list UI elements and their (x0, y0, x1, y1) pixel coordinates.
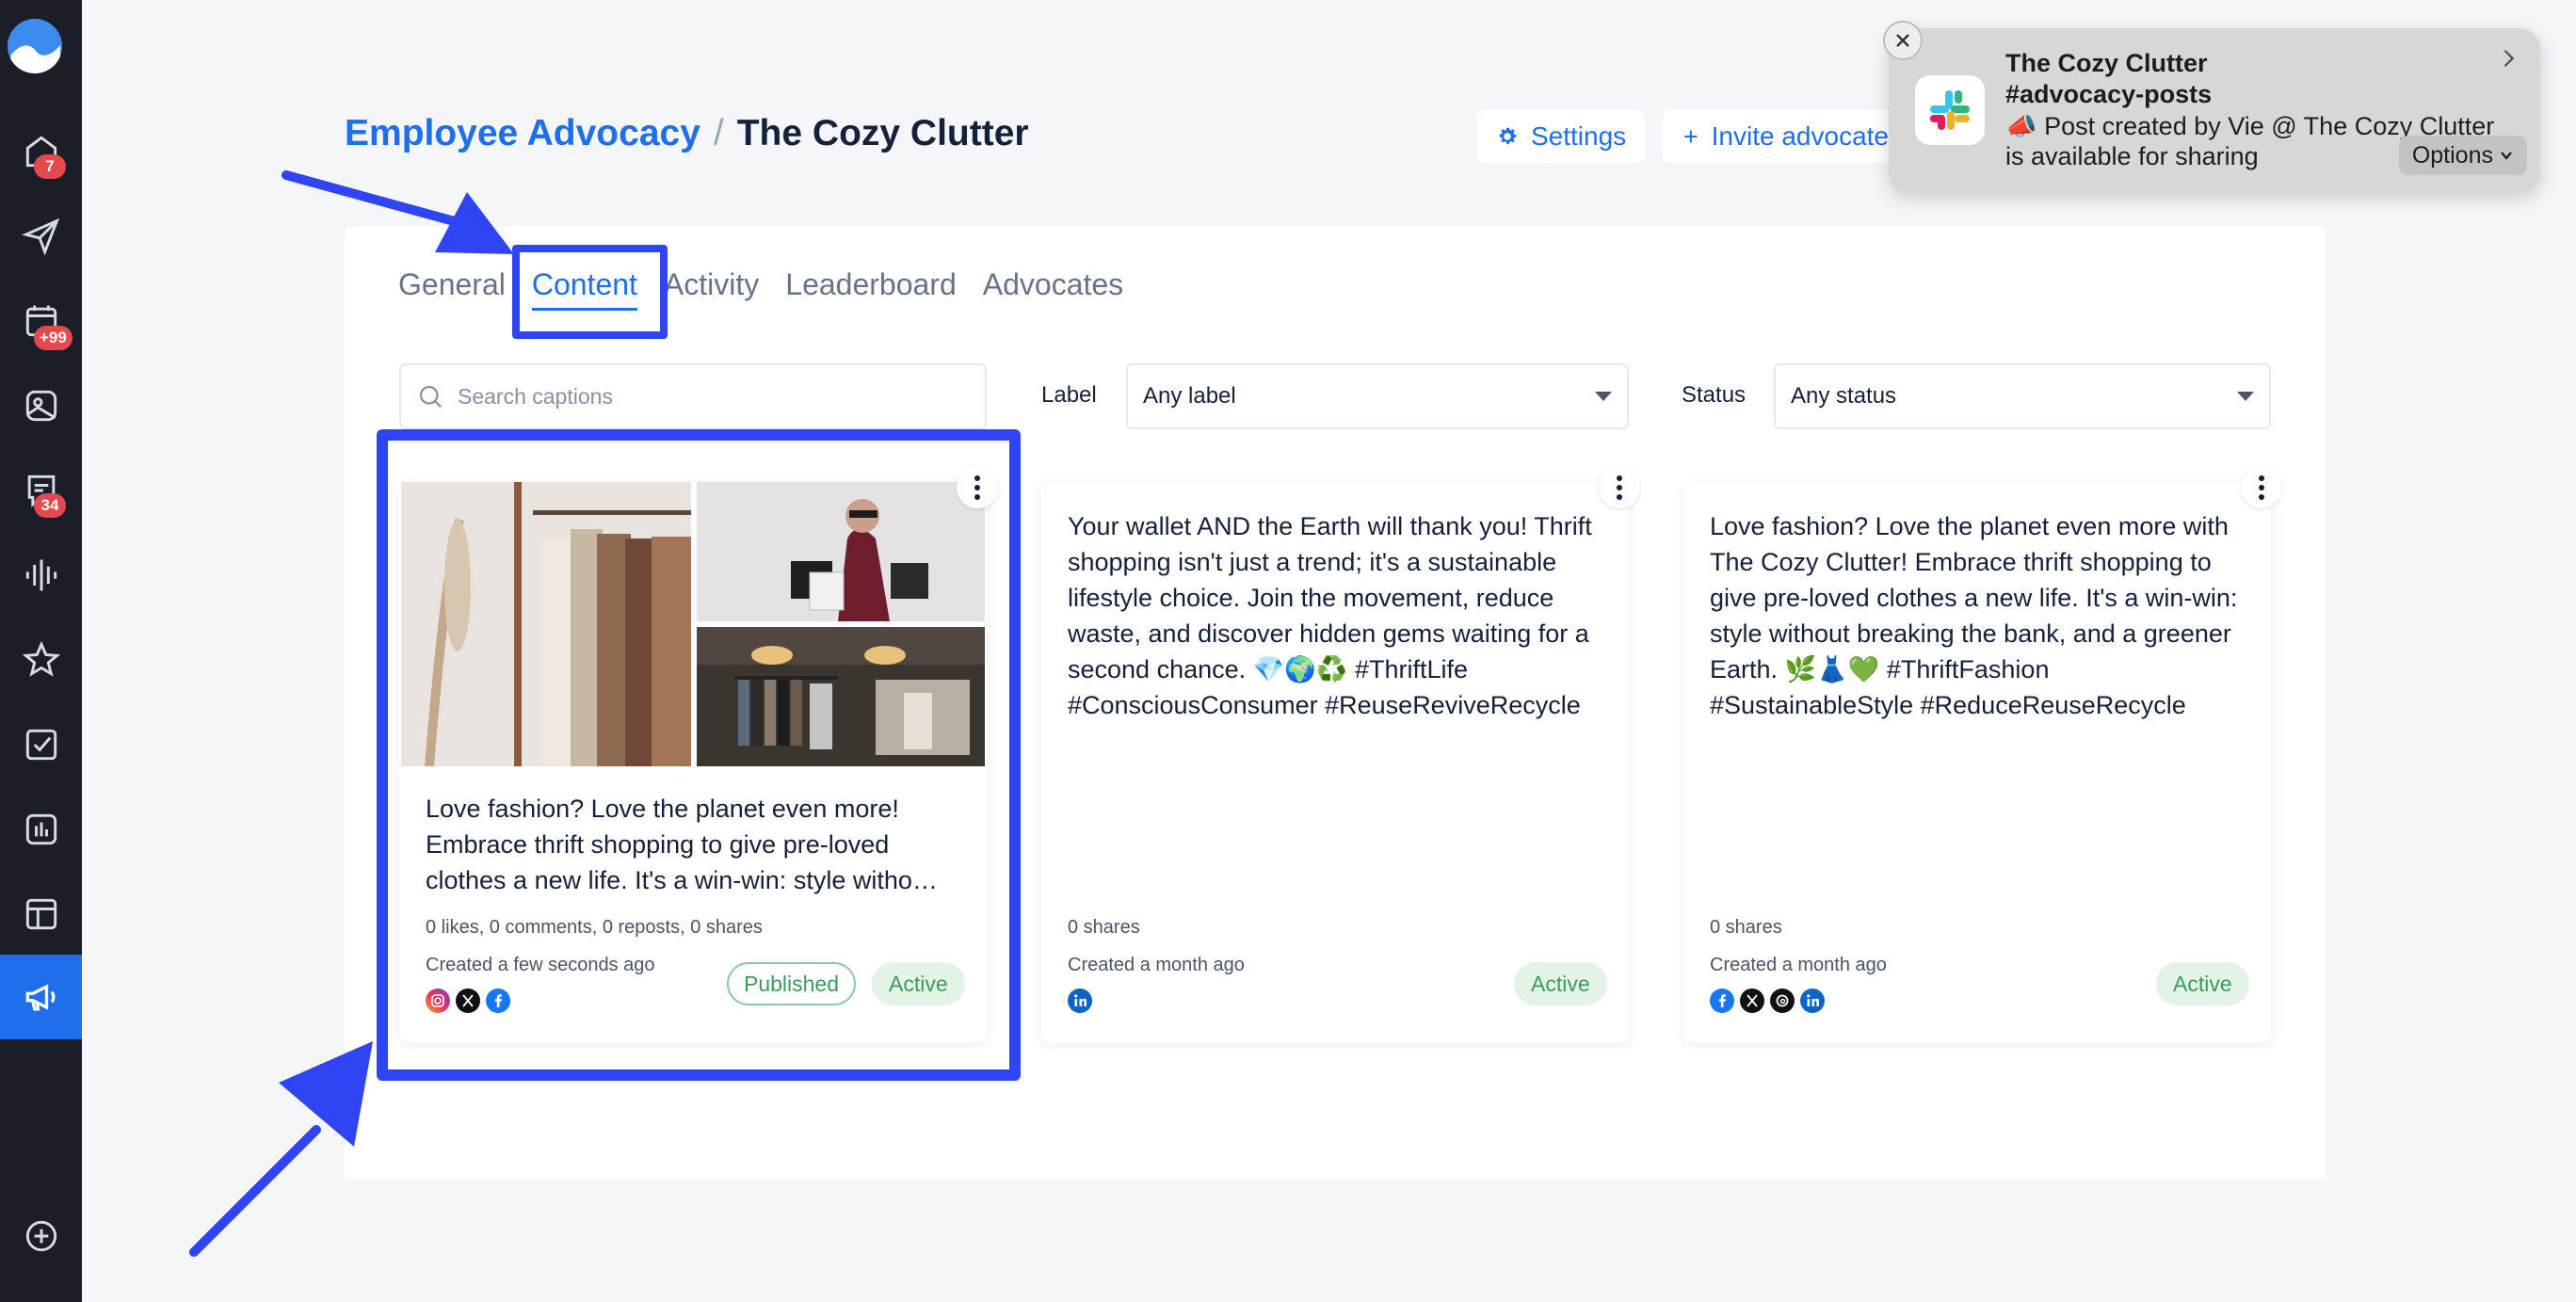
notification-badge: 34 (34, 493, 66, 518)
sidebar-item-advocacy[interactable] (0, 955, 82, 1039)
status-select-value: Any status (1791, 383, 1897, 409)
caret-down-icon (1595, 392, 1612, 401)
chevron-right-icon[interactable] (2495, 45, 2521, 72)
post-engagement: 0 shares (1710, 917, 1782, 938)
threads-icon (1770, 989, 1795, 1013)
image-icon (25, 390, 56, 422)
status-select[interactable]: Any status (1774, 363, 2271, 429)
label-filter-title: Label (1041, 382, 1097, 408)
slack-notification[interactable]: The Cozy Clutter #advocacy-posts 📣 Post … (1883, 21, 2540, 192)
post-caption: Your wallet AND the Earth will thank you… (1068, 512, 1592, 719)
notification-options-button[interactable]: Options (2398, 136, 2527, 175)
status-filter-title: Status (1682, 382, 1747, 408)
linkedin-icon (1068, 989, 1092, 1013)
more-vertical-icon (1617, 475, 1622, 500)
sidebar-item-home[interactable]: 7 (0, 109, 82, 194)
notification-close-button[interactable] (1883, 21, 1923, 60)
label-select-value: Any label (1143, 383, 1236, 409)
status-badge: Active (1514, 962, 1607, 1005)
post-card[interactable]: Your wallet AND the Earth will thank you… (1041, 467, 1640, 1043)
caret-down-icon (2237, 392, 2254, 401)
search-input[interactable] (458, 383, 966, 410)
tab-advocates[interactable]: Advocates (983, 267, 1123, 311)
search-icon (419, 385, 443, 409)
plus-icon (1684, 130, 1698, 143)
notification-badge: +99 (34, 326, 72, 350)
notification-channel: #advocacy-posts (2005, 80, 2213, 108)
gear-icon (1499, 127, 1517, 144)
status-badge: Active (2156, 962, 2249, 1005)
post-created: Created a month ago (1710, 955, 1887, 975)
megaphone-icon (25, 984, 55, 1011)
post-created: Created a month ago (1068, 955, 1245, 975)
post-card[interactable]: Love fashion? Love the planet even more … (1683, 467, 2282, 1043)
analytics-icon (25, 813, 56, 845)
search-box (399, 363, 987, 429)
breadcrumb: Employee Advocacy / The Cozy Clutter (345, 113, 1029, 154)
star-icon (22, 640, 60, 677)
linkedin-icon (1800, 989, 1825, 1013)
sidebar-item-listening[interactable] (0, 533, 82, 618)
settings-button[interactable]: Settings (1476, 110, 1646, 163)
post-engagement: 0 shares (1068, 917, 1140, 938)
tab-activity[interactable]: Activity (664, 267, 759, 311)
sidebar-item-add[interactable] (0, 1194, 82, 1278)
card-menu-button[interactable] (1599, 467, 1640, 508)
invite-label: Invite advocate (1711, 121, 1889, 151)
page-title: The Cozy Clutter (736, 113, 1029, 153)
sidebar: 7 +99 34 (0, 0, 82, 1302)
chevron-down-icon (2501, 152, 2512, 160)
audio-waves-icon (25, 559, 56, 591)
sidebar-item-analytics[interactable] (0, 787, 82, 872)
notification-badge: 7 (34, 154, 66, 179)
post-caption: Love fashion? Love the planet even more … (1710, 512, 2238, 719)
settings-label: Settings (1531, 121, 1627, 151)
facebook-icon (1710, 989, 1734, 1013)
app-logo[interactable] (8, 19, 62, 73)
add-circle-icon (25, 1220, 56, 1252)
label-select[interactable]: Any label (1126, 363, 1629, 429)
breadcrumb-root-link[interactable]: Employee Advocacy (345, 113, 700, 154)
close-icon (1896, 34, 1909, 47)
tab-leaderboard[interactable]: Leaderboard (785, 267, 956, 311)
send-icon (21, 217, 59, 256)
x-icon (1740, 989, 1764, 1013)
sidebar-item-layout[interactable] (0, 872, 82, 956)
sidebar-item-media[interactable] (0, 363, 82, 448)
slack-app-icon (1915, 75, 1985, 145)
network-icons (1710, 989, 1825, 1013)
tab-bar: General Content Activity Leaderboard Adv… (398, 267, 1123, 311)
annotation-highlight-box (377, 429, 1021, 1081)
sidebar-item-tasks[interactable] (0, 702, 82, 787)
invite-advocate-button[interactable]: Invite advocate (1663, 110, 1908, 163)
annotation-highlight-box (512, 245, 668, 339)
network-icons (1068, 989, 1092, 1013)
options-label: Options (2411, 141, 2493, 169)
sidebar-item-publish[interactable] (0, 194, 82, 279)
card-menu-button[interactable] (2241, 467, 2282, 508)
tab-general[interactable]: General (398, 267, 506, 311)
sidebar-item-inbox[interactable]: 34 (0, 448, 82, 533)
sidebar-item-reviews[interactable] (0, 618, 82, 702)
sidebar-item-calendar[interactable]: +99 (0, 279, 82, 363)
more-vertical-icon (2259, 475, 2264, 500)
task-check-icon (25, 729, 56, 761)
breadcrumb-separator: / (713, 113, 724, 153)
layout-icon (25, 898, 56, 930)
notification-title: The Cozy Clutter (2005, 49, 2208, 77)
